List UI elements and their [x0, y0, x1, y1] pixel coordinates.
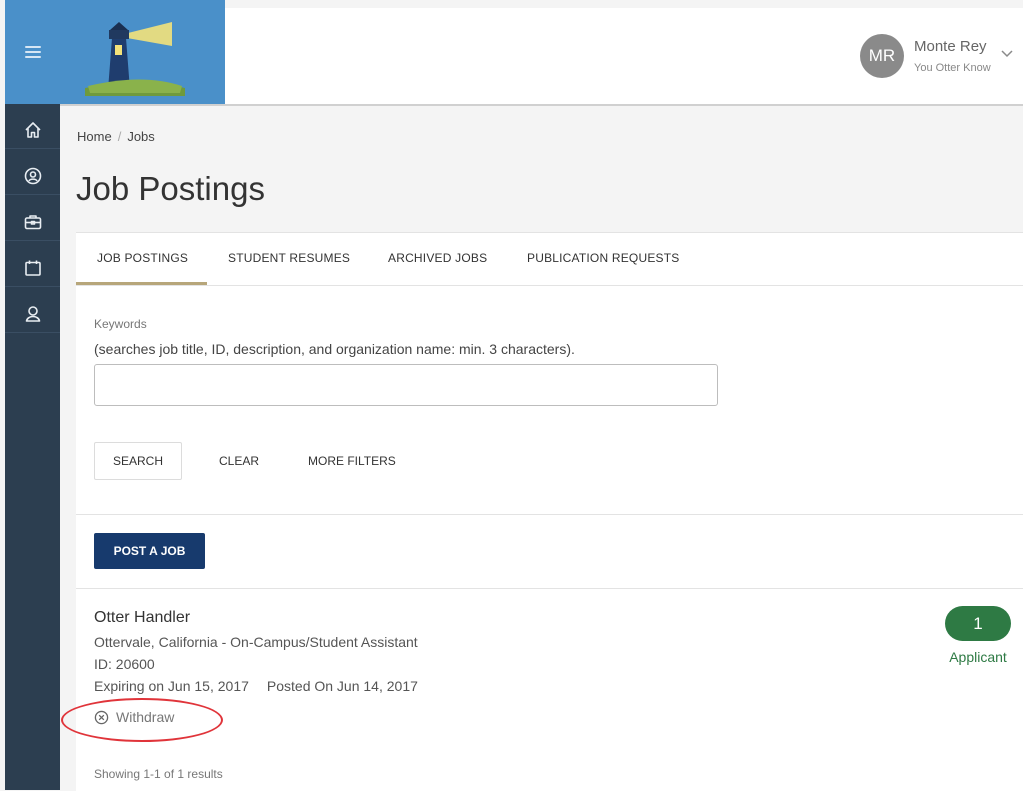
keywords-input[interactable]	[94, 364, 718, 406]
divider	[76, 588, 1023, 589]
job-dates: Expiring on Jun 15, 2017 Posted On Jun 14…	[94, 678, 418, 694]
breadcrumb-separator: /	[117, 129, 122, 144]
divider	[76, 514, 1023, 515]
job-title-link[interactable]: Otter Handler	[94, 609, 190, 627]
person-icon	[25, 306, 40, 322]
sidebar-item-profile[interactable]	[5, 158, 60, 195]
close-circle-icon	[94, 710, 109, 724]
job-posted: Posted On Jun 14, 2017	[266, 678, 418, 694]
sidebar-item-home[interactable]	[5, 112, 60, 149]
job-expiring: Expiring on Jun 15, 2017	[94, 678, 249, 694]
avatar[interactable]: MR	[860, 34, 904, 78]
withdraw-label: Withdraw	[116, 709, 175, 725]
home-icon	[24, 122, 41, 138]
hamburger-menu-icon[interactable]	[24, 46, 41, 58]
page-title: Job Postings	[76, 170, 265, 207]
sidebar-item-jobs[interactable]	[5, 204, 60, 241]
applicant-label: Applicant	[949, 649, 1007, 665]
search-button[interactable]: SEARCH	[94, 442, 182, 480]
results-summary: Showing 1-1 of 1 results	[94, 767, 223, 781]
tab-bar: JOB POSTINGS STUDENT RESUMES ARCHIVED JO…	[76, 233, 1023, 286]
user-circle-icon	[24, 167, 41, 185]
content-card: JOB POSTINGS STUDENT RESUMES ARCHIVED JO…	[61, 232, 1023, 791]
breadcrumb-home[interactable]: Home	[77, 129, 112, 144]
top-bar-divider	[60, 104, 1023, 106]
lighthouse-logo-image	[85, 22, 185, 96]
calendar-icon	[24, 260, 41, 276]
active-tab-indicator	[76, 282, 207, 285]
briefcase-icon	[24, 215, 41, 230]
job-id: ID: 20600	[94, 656, 155, 672]
post-job-button[interactable]: POST A JOB	[94, 533, 205, 569]
keywords-hint: (searches job title, ID, description, an…	[94, 341, 575, 357]
keywords-label: Keywords	[94, 317, 147, 331]
tab-job-postings[interactable]: JOB POSTINGS	[97, 251, 188, 265]
chevron-down-icon[interactable]	[1000, 48, 1014, 58]
sidebar-item-calendar[interactable]	[5, 250, 60, 287]
applicant-count-badge[interactable]: 1	[945, 606, 1011, 641]
breadcrumb: Home / Jobs	[77, 129, 155, 144]
withdraw-button[interactable]: Withdraw	[94, 709, 174, 725]
logo[interactable]	[60, 0, 225, 104]
tab-student-resumes[interactable]: STUDENT RESUMES	[228, 251, 350, 265]
clear-button[interactable]: CLEAR	[219, 454, 259, 468]
user-subtitle: You Otter Know	[914, 62, 991, 74]
tab-publication-requests[interactable]: PUBLICATION REQUESTS	[527, 251, 679, 265]
menu-toggle-cell	[5, 0, 60, 104]
sidebar	[5, 0, 60, 790]
tab-archived-jobs[interactable]: ARCHIVED JOBS	[388, 251, 487, 265]
sidebar-item-person[interactable]	[5, 296, 60, 333]
job-location: Ottervale, California - On-Campus/Studen…	[94, 634, 418, 650]
breadcrumb-current: Jobs	[127, 129, 155, 144]
user-name[interactable]: Monte Rey	[914, 38, 987, 55]
more-filters-button[interactable]: MORE FILTERS	[308, 454, 396, 468]
